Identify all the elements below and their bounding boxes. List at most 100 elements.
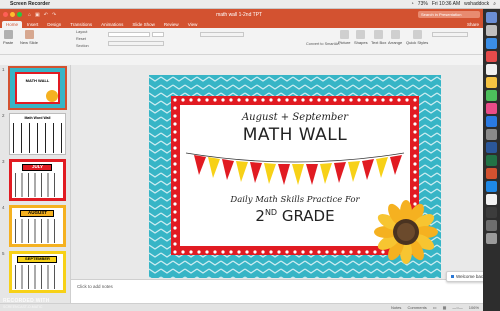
menubar-app-name[interactable]: Screen Recorder <box>10 1 50 7</box>
wifi-icon[interactable]: ◔ <box>411 1 414 7</box>
minimize-window-button[interactable] <box>10 12 15 17</box>
notes-pane[interactable]: Click to add notes <box>71 279 483 303</box>
powerpoint-icon[interactable] <box>486 168 497 179</box>
thumbnail-label: Math Word Wall <box>24 116 51 120</box>
mac-dock <box>483 9 500 311</box>
safari-icon[interactable] <box>486 38 497 49</box>
zoom-slider[interactable]: —○— <box>452 305 462 310</box>
grid-image <box>13 123 63 153</box>
quick-styles-button[interactable]: Quick Styles <box>406 30 428 45</box>
thumbnail-label: MATH WALL <box>25 78 50 83</box>
tab-animations[interactable]: Animations <box>97 21 127 28</box>
app-store-icon[interactable] <box>486 116 497 127</box>
launchpad-icon[interactable] <box>486 25 497 36</box>
tab-review[interactable]: Review <box>160 21 183 28</box>
picture-button[interactable]: Picture <box>338 30 350 45</box>
paste-button[interactable]: Paste <box>3 30 13 45</box>
search-input[interactable]: Search in Presentation <box>418 11 480 18</box>
thumbnail-number: 4 <box>2 205 5 210</box>
photos-icon[interactable] <box>486 103 497 114</box>
reset-button[interactable]: Reset <box>76 37 86 41</box>
word-icon[interactable] <box>486 142 497 153</box>
mail-icon[interactable] <box>486 181 497 192</box>
shapes-button[interactable]: Shapes <box>354 30 368 45</box>
notes-placeholder: Click to add notes <box>77 284 113 289</box>
arrange-label: Arrange <box>388 40 403 45</box>
finder-icon[interactable] <box>486 12 497 23</box>
slide-thumbnail-5[interactable]: SEPTEMBER <box>9 251 66 293</box>
slide-thumbnail-1[interactable]: MATH WALL <box>9 67 66 109</box>
save-icon[interactable]: ▣ <box>35 12 40 18</box>
slide-sorter-icon[interactable]: ▦ <box>443 305 447 310</box>
text-box-icon <box>374 30 384 39</box>
clock-label[interactable]: Fri 10:36 AM <box>432 1 460 7</box>
new-slide-label: New Slide <box>20 40 39 45</box>
tab-transitions[interactable]: Transitions <box>66 21 96 28</box>
quick-styles-icon <box>412 30 422 39</box>
current-slide[interactable]: August + September MATH WALL Daily Math … <box>149 75 441 278</box>
excel-icon[interactable] <box>486 155 497 166</box>
powerpoint-window: ⌂ ▣ ↶ ↷ math wall 1-2nd TPT Search in Pr… <box>0 9 493 311</box>
slide-canvas[interactable]: August + September MATH WALL Daily Math … <box>71 65 483 279</box>
arrange-button[interactable]: Arrange <box>388 30 402 45</box>
thumbnail-number: 1 <box>2 67 5 72</box>
editor-body: 1 MATH WALL 2 Math Word Wall 3 JULY 4 AU… <box>0 65 483 303</box>
zoom-level[interactable]: 106% <box>469 305 479 310</box>
tab-view[interactable]: View <box>184 21 202 28</box>
comments-toggle-button[interactable]: Comments <box>407 305 426 310</box>
new-slide-icon <box>24 30 34 39</box>
layout-button[interactable]: Layout <box>76 30 87 34</box>
ribbon: Paste New Slide Layout Reset Section Con… <box>0 28 483 55</box>
messages-icon[interactable] <box>486 90 497 101</box>
calendar-icon[interactable] <box>486 64 497 75</box>
text-box-label: Text Box <box>371 40 387 45</box>
calendar-grid <box>15 173 60 197</box>
picture-label: Picture <box>338 40 351 45</box>
close-window-button[interactable] <box>3 12 8 17</box>
slide-heading-months: August + September <box>241 112 349 123</box>
chrome-icon[interactable] <box>486 51 497 62</box>
recording-watermark-brand: SCREENCAST-O-MATIC <box>3 305 43 309</box>
slide-thumbnail-pane[interactable]: 1 MATH WALL 2 Math Word Wall 3 JULY 4 AU… <box>0 65 71 303</box>
tab-slide-show[interactable]: Slide Show <box>128 21 159 28</box>
calendar-grid <box>15 265 60 289</box>
normal-view-icon[interactable]: ▭ <box>433 305 437 310</box>
thumbnail-number: 5 <box>2 251 5 256</box>
font-format-group[interactable] <box>108 41 164 46</box>
title-bar: ⌂ ▣ ↶ ↷ math wall 1-2nd TPT Search in Pr… <box>0 9 483 20</box>
quick-styles-label: Quick Styles <box>406 40 429 45</box>
screen-recorder-icon[interactable] <box>486 207 497 218</box>
home-icon[interactable]: ⌂ <box>28 12 31 18</box>
menubar-tray: ◔ 73% Fri 10:36 AM wshaddock ⌕ <box>411 1 500 7</box>
sunflower-icon <box>374 200 438 264</box>
system-preferences-icon[interactable] <box>486 129 497 140</box>
font-size-select[interactable] <box>152 32 164 37</box>
screen: Screen Recorder ◔ 73% Fri 10:36 AM wshad… <box>0 0 500 311</box>
new-slide-button[interactable]: New Slide <box>20 30 38 45</box>
section-button[interactable]: Section <box>76 44 89 48</box>
undo-icon[interactable]: ↶ <box>44 12 48 18</box>
tab-home[interactable]: Home <box>2 21 23 28</box>
preview-icon[interactable] <box>486 194 497 205</box>
slide-thumbnail-2[interactable]: Math Word Wall <box>9 113 66 155</box>
redo-icon[interactable]: ↷ <box>52 12 56 18</box>
maximize-window-button[interactable] <box>17 12 22 17</box>
battery-label[interactable]: 73% <box>418 1 428 7</box>
thumbnail-label: SEPTEMBER <box>25 256 50 261</box>
notes-toggle-button[interactable]: Notes <box>391 305 401 310</box>
trash-icon[interactable] <box>486 233 497 244</box>
shape-fill-group[interactable] <box>432 32 468 37</box>
slide-thumbnail-3[interactable]: JULY <box>9 159 66 201</box>
user-label[interactable]: wshaddock <box>464 1 489 7</box>
convert-smartart-button[interactable]: Convert to SmartArt <box>306 42 340 46</box>
downloads-icon[interactable] <box>486 220 497 231</box>
search-icon[interactable]: ⌕ <box>493 1 496 7</box>
sunflower-icon <box>46 90 58 102</box>
tab-insert[interactable]: Insert <box>23 21 42 28</box>
text-box-button[interactable]: Text Box <box>371 30 386 45</box>
tab-design[interactable]: Design <box>43 21 65 28</box>
font-name-select[interactable] <box>108 32 150 37</box>
notes-icon[interactable] <box>486 77 497 88</box>
slide-thumbnail-4[interactable]: AUGUST <box>9 205 66 247</box>
paragraph-group[interactable] <box>200 32 244 37</box>
